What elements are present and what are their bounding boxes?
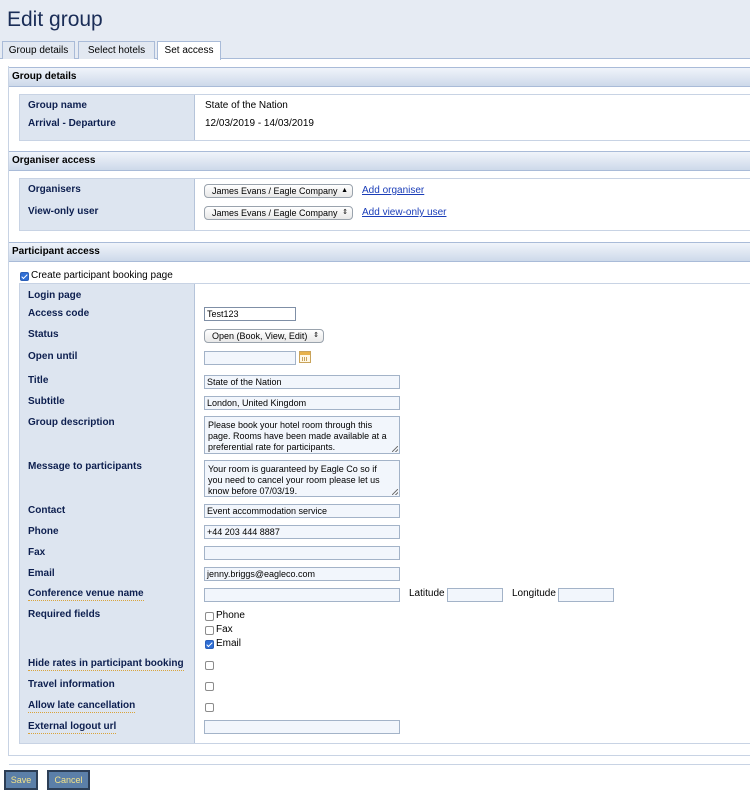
hide-rates-checkbox[interactable] [205, 661, 214, 670]
contact-input[interactable]: Event accommodation service [204, 504, 400, 518]
travel-information-checkbox[interactable] [205, 682, 214, 691]
resize-grip-icon[interactable] [392, 489, 398, 495]
select-arrows-icon: ⇕ [342, 209, 348, 216]
access-code-input[interactable]: Test123 [204, 307, 296, 321]
conference-venue-input[interactable] [204, 588, 400, 602]
create-booking-page-label: Create participant booking page [31, 270, 173, 281]
latitude-input[interactable] [447, 588, 503, 602]
select-arrows-icon: ▲ [341, 187, 348, 194]
status-label: Status [28, 329, 59, 340]
group-name-value: State of the Nation [205, 100, 288, 111]
tab-set-access[interactable]: Set access [157, 41, 221, 60]
group-description-label: Group description [28, 417, 115, 428]
fax-label: Fax [28, 547, 46, 558]
organisers-label: Organisers [28, 184, 81, 195]
view-only-selected-value: James Evans / Eagle Company [212, 208, 338, 218]
external-logout-url-label: External logout url [28, 721, 117, 734]
external-logout-url-input[interactable] [204, 720, 400, 734]
latitude-label: Latitude [409, 588, 445, 599]
open-until-label: Open until [28, 351, 78, 362]
hide-rates-label: Hide rates in participant booking [28, 658, 184, 671]
required-fax-label: Fax [216, 624, 233, 635]
save-button[interactable]: Save [4, 770, 38, 790]
arrival-departure-label: Arrival - Departure [28, 118, 116, 129]
message-to-participants-textarea[interactable]: Your room is guaranteed by Eagle Co so i… [204, 460, 400, 497]
view-only-user-label: View-only user [28, 206, 99, 217]
email-input[interactable]: jenny.briggs@eagleco.com [204, 567, 400, 581]
required-fax-checkbox[interactable] [205, 626, 214, 635]
status-select[interactable]: Open (Book, View, Edit) ⇕ [204, 329, 324, 343]
group-name-label: Group name [28, 100, 87, 111]
title-input[interactable]: State of the Nation [204, 375, 400, 389]
access-code-label: Access code [28, 308, 90, 319]
resize-grip-icon[interactable] [392, 446, 398, 452]
required-phone-checkbox[interactable] [205, 612, 214, 621]
section-heading-participant-access: Participant access [9, 242, 750, 262]
allow-late-cancellation-label: Allow late cancellation [28, 700, 136, 713]
travel-information-label: Travel information [28, 679, 115, 690]
phone-label: Phone [28, 526, 59, 537]
fax-input[interactable] [204, 546, 400, 560]
cancel-button[interactable]: Cancel [47, 770, 90, 790]
page-title: Edit group [7, 8, 103, 31]
required-phone-label: Phone [216, 610, 245, 621]
organiser-access-panel: Organisers James Evans / Eagle Company ▲… [19, 178, 750, 231]
calendar-icon[interactable] [299, 351, 311, 363]
arrival-departure-value: 12/03/2019 - 14/03/2019 [205, 118, 314, 129]
contact-label: Contact [28, 505, 66, 516]
title-bar: Edit group [0, 0, 750, 39]
required-email-label: Email [216, 638, 242, 649]
tab-group-details[interactable]: Group details [2, 41, 75, 59]
participant-access-panel: Login page Access code Test123 Status Op… [19, 283, 750, 744]
divider [9, 764, 750, 765]
tab-select-hotels[interactable]: Select hotels [78, 41, 155, 59]
login-page-label: Login page [28, 290, 82, 301]
add-organiser-link[interactable]: Add organiser [362, 185, 424, 196]
group-description-textarea[interactable]: Please book your hotel room through this… [204, 416, 400, 454]
required-fields-label: Required fields [28, 609, 101, 620]
email-label: Email [28, 568, 55, 579]
conference-venue-name-label: Conference venue name [28, 588, 144, 601]
organisers-select[interactable]: James Evans / Eagle Company ▲ [204, 184, 353, 198]
add-view-only-user-link[interactable]: Add view-only user [362, 207, 446, 218]
tab-strip: Group details Select hotels Set access [0, 39, 750, 60]
select-arrows-icon: ⇕ [313, 332, 319, 339]
subtitle-label: Subtitle [28, 396, 65, 407]
view-only-user-select[interactable]: James Evans / Eagle Company ⇕ [204, 206, 353, 220]
create-booking-page-checkbox[interactable] [20, 272, 29, 281]
title-label: Title [28, 375, 49, 386]
open-until-input[interactable] [204, 351, 296, 365]
message-to-participants-label: Message to participants [28, 461, 142, 472]
message-to-participants-text: Your room is guaranteed by Eagle Co so i… [208, 464, 380, 496]
required-email-checkbox[interactable] [205, 640, 214, 649]
group-description-text: Please book your hotel room through this… [208, 420, 387, 452]
longitude-label: Longitude [512, 588, 556, 599]
section-heading-group-details: Group details [9, 67, 750, 87]
phone-input[interactable]: +44 203 444 8887 [204, 525, 400, 539]
subtitle-input[interactable]: London, United Kingdom [204, 396, 400, 410]
organisers-selected-value: James Evans / Eagle Company [212, 186, 338, 196]
allow-late-cancellation-checkbox[interactable] [205, 703, 214, 712]
longitude-input[interactable] [558, 588, 614, 602]
status-selected-value: Open (Book, View, Edit) [212, 331, 308, 341]
group-details-panel: Group name State of the Nation Arrival -… [19, 94, 750, 141]
section-heading-organiser-access: Organiser access [9, 151, 750, 171]
